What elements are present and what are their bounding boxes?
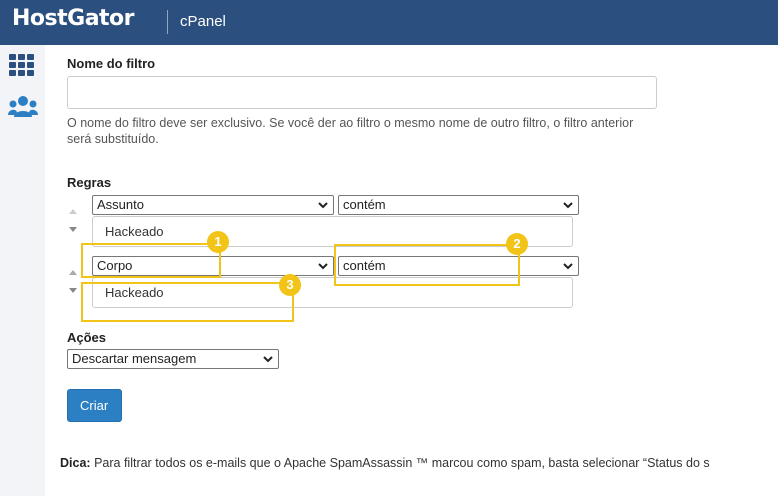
action-select[interactable]: Descartar mensagem <box>67 349 279 369</box>
hostgator-logo[interactable]: HostGator <box>12 6 135 31</box>
chevron-down-icon <box>318 202 328 209</box>
annotation-badge-2: 2 <box>506 233 528 255</box>
tip-body: Para filtrar todos os e-mails que o Apac… <box>94 456 710 470</box>
users-icon[interactable] <box>8 95 38 121</box>
filter-name-help: O nome do filtro deve ser exclusivo. Se … <box>67 116 634 146</box>
top-bar: HostGator cPanel <box>0 0 778 45</box>
header-divider <box>167 10 168 34</box>
annotation-box-2 <box>334 244 520 286</box>
chevron-down-icon <box>563 263 573 270</box>
create-button[interactable]: Criar <box>67 389 122 422</box>
tip-text: Dica: Para filtrar todos os e-mails que … <box>60 456 710 470</box>
rule-1-field-value: Assunto <box>97 197 144 212</box>
chevron-down-icon <box>263 356 273 363</box>
rule-1-operator-select[interactable]: contém <box>338 195 579 215</box>
tip-prefix: Dica: <box>60 456 91 470</box>
cpanel-label[interactable]: cPanel <box>180 13 226 30</box>
sidebar <box>0 45 45 496</box>
action-select-value: Descartar mensagem <box>72 351 197 366</box>
actions-label: Ações <box>67 330 107 345</box>
annotation-badge-3: 3 <box>279 274 301 296</box>
grid-icon[interactable] <box>8 53 38 79</box>
filter-name-label: Nome do filtro <box>67 56 156 71</box>
annotation-box-1 <box>81 243 221 278</box>
rule-1-operator-value: contém <box>343 197 386 212</box>
filter-name-input[interactable] <box>67 76 657 109</box>
annotation-box-3 <box>81 282 294 322</box>
rule-1-field-select[interactable]: Assunto <box>92 195 334 215</box>
move-down-arrow-icon[interactable] <box>68 226 78 234</box>
rules-label: Regras <box>67 175 112 190</box>
chevron-down-icon <box>318 263 328 270</box>
chevron-down-icon <box>563 202 573 209</box>
move-up-arrow-icon[interactable] <box>68 268 78 276</box>
annotation-badge-1: 1 <box>207 231 229 253</box>
move-down-arrow-icon[interactable] <box>68 287 78 295</box>
main-content: Nome do filtro O nome do filtro deve ser… <box>45 45 778 496</box>
move-up-arrow-icon[interactable] <box>68 207 78 215</box>
